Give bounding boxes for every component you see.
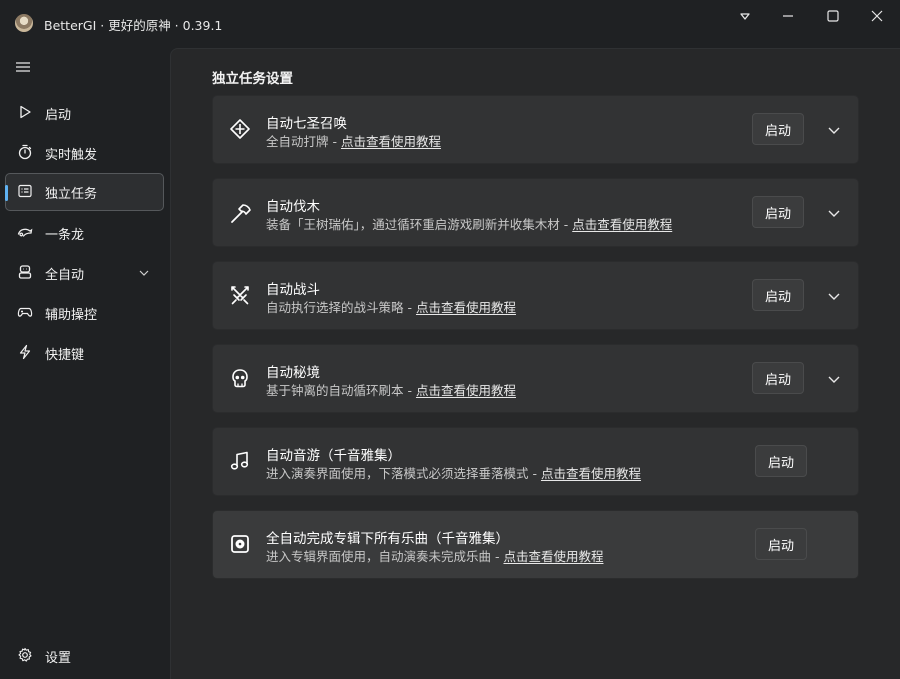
card-description: 自动执行选择的战斗策略 - 点击查看使用教程: [266, 297, 516, 316]
sidebar-item-settings[interactable]: 设置: [5, 637, 164, 675]
card-description: 基于钟离的自动循环刷本 - 点击查看使用教程: [266, 380, 516, 399]
crossed-swords-icon: [229, 284, 251, 306]
close-icon: [871, 10, 883, 22]
start-button[interactable]: 启动: [752, 113, 804, 145]
tutorial-link[interactable]: 点击查看使用教程: [541, 466, 641, 481]
sidebar-item-label: 辅助操控: [45, 308, 98, 323]
gear-icon: [17, 647, 33, 663]
card-title: 自动秘境: [266, 365, 320, 381]
sidebar-item-label: 独立任务: [45, 187, 98, 202]
card-description: 全自动打牌 - 点击查看使用教程: [266, 131, 441, 150]
start-button[interactable]: 启动: [752, 362, 804, 394]
sidebar-item-realtime-trigger[interactable]: 实时触发: [5, 134, 164, 172]
card-desc-text: 进入专辑界面使用，自动演奏未完成乐曲 -: [266, 549, 504, 564]
minimize-icon: [783, 15, 793, 17]
chevron-down-icon[interactable]: [138, 267, 150, 279]
stopwatch-icon: [17, 144, 33, 160]
task-icon: [17, 183, 33, 199]
app-avatar-icon: [15, 14, 33, 32]
card-title: 自动伐木: [266, 199, 320, 215]
task-card-auto-fight: 自动战斗 自动执行选择的战斗策略 - 点击查看使用教程 启动: [212, 261, 859, 330]
axe-icon: [229, 201, 251, 223]
title-bar: BetterGI · 更好的原神 · 0.39.1: [0, 0, 900, 48]
start-button[interactable]: 启动: [755, 445, 807, 477]
maximize-button[interactable]: [810, 0, 856, 32]
sidebar-item-independent-tasks[interactable]: 独立任务: [5, 173, 164, 211]
app-title: BetterGI · 更好的原神 · 0.39.1: [44, 18, 223, 33]
sidebar-item-label: 一条龙: [45, 228, 85, 243]
main-content: 独立任务设置 自动七圣召唤 全自动打牌 - 点击查看使用教程 启动 自动伐木 装…: [170, 48, 900, 679]
sidebar-item-label: 实时触发: [45, 148, 98, 163]
robot-icon: [17, 264, 33, 280]
close-button[interactable]: [854, 0, 900, 32]
task-card-music-game: 自动音游（千音雅集） 进入演奏界面使用，下落模式必须选择垂落模式 - 点击查看使…: [212, 427, 859, 496]
card-desc-text: 装备「王树瑞佑」，通过循环重启游戏刷新并收集木材 -: [266, 217, 573, 232]
tutorial-link[interactable]: 点击查看使用教程: [572, 217, 672, 232]
maximize-icon: [827, 10, 839, 22]
active-indicator: [5, 185, 8, 201]
album-icon: [229, 533, 251, 555]
sidebar-item-start[interactable]: 启动: [5, 94, 164, 132]
task-card-music-album: 全自动完成专辑下所有乐曲（千音雅集） 进入专辑界面使用，自动演奏未完成乐曲 - …: [212, 510, 859, 579]
sidebar-item-one-dragon[interactable]: 一条龙: [5, 214, 164, 252]
tutorial-link[interactable]: 点击查看使用教程: [416, 300, 516, 315]
lightning-icon: [17, 344, 33, 360]
sidebar-item-full-auto[interactable]: 全自动: [5, 254, 164, 292]
task-card-tcg: 自动七圣召唤 全自动打牌 - 点击查看使用教程 启动: [212, 95, 859, 164]
sidebar-item-label: 设置: [45, 651, 72, 666]
gamepad-icon: [17, 304, 33, 320]
card-desc-text: 全自动打牌 -: [266, 134, 341, 149]
task-card-auto-domain: 自动秘境 基于钟离的自动循环刷本 - 点击查看使用教程 启动: [212, 344, 859, 413]
play-icon: [17, 104, 33, 120]
start-button[interactable]: 启动: [752, 196, 804, 228]
card-desc-text: 进入演奏界面使用，下落模式必须选择垂落模式 -: [266, 466, 541, 481]
card-title: 自动音游（千音雅集）: [266, 448, 401, 464]
card-desc-text: 自动执行选择的战斗策略 -: [266, 300, 416, 315]
page-title: 独立任务设置: [212, 71, 293, 87]
tutorial-link[interactable]: 点击查看使用教程: [341, 134, 441, 149]
card-desc-text: 基于钟离的自动循环刷本 -: [266, 383, 416, 398]
sidebar-item-label: 全自动: [45, 268, 85, 283]
minimize-button[interactable]: [765, 0, 811, 32]
card-title: 自动七圣召唤: [266, 116, 347, 132]
chevron-down-icon[interactable]: [826, 123, 842, 137]
dropdown-caret-icon[interactable]: [722, 0, 768, 32]
tutorial-link[interactable]: 点击查看使用教程: [503, 549, 603, 564]
card-title: 自动战斗: [266, 282, 320, 298]
dragon-icon: [17, 224, 33, 240]
card-game-icon: [229, 118, 251, 140]
chevron-down-icon[interactable]: [826, 289, 842, 303]
chevron-down-icon[interactable]: [826, 372, 842, 386]
skull-icon: [229, 367, 251, 389]
card-description: 进入专辑界面使用，自动演奏未完成乐曲 - 点击查看使用教程: [266, 546, 603, 565]
sidebar-item-label: 启动: [45, 108, 72, 123]
sidebar: 启动 实时触发 独立任务 一条龙 全自动 辅助操控 快捷键 设置: [0, 48, 170, 679]
card-description: 进入演奏界面使用，下落模式必须选择垂落模式 - 点击查看使用教程: [266, 463, 641, 482]
start-button[interactable]: 启动: [755, 528, 807, 560]
task-card-auto-wood: 自动伐木 装备「王树瑞佑」，通过循环重启游戏刷新并收集木材 - 点击查看使用教程…: [212, 178, 859, 247]
start-button[interactable]: 启动: [752, 279, 804, 311]
chevron-down-icon[interactable]: [826, 206, 842, 220]
sidebar-item-assisted-control[interactable]: 辅助操控: [5, 294, 164, 332]
card-title: 全自动完成专辑下所有乐曲（千音雅集）: [266, 531, 509, 547]
card-description: 装备「王树瑞佑」，通过循环重启游戏刷新并收集木材 - 点击查看使用教程: [266, 214, 672, 233]
tutorial-link[interactable]: 点击查看使用教程: [416, 383, 516, 398]
sidebar-item-hotkeys[interactable]: 快捷键: [5, 334, 164, 372]
music-note-icon: [229, 450, 251, 472]
sidebar-item-label: 快捷键: [45, 348, 85, 363]
hamburger-icon[interactable]: [14, 60, 32, 74]
